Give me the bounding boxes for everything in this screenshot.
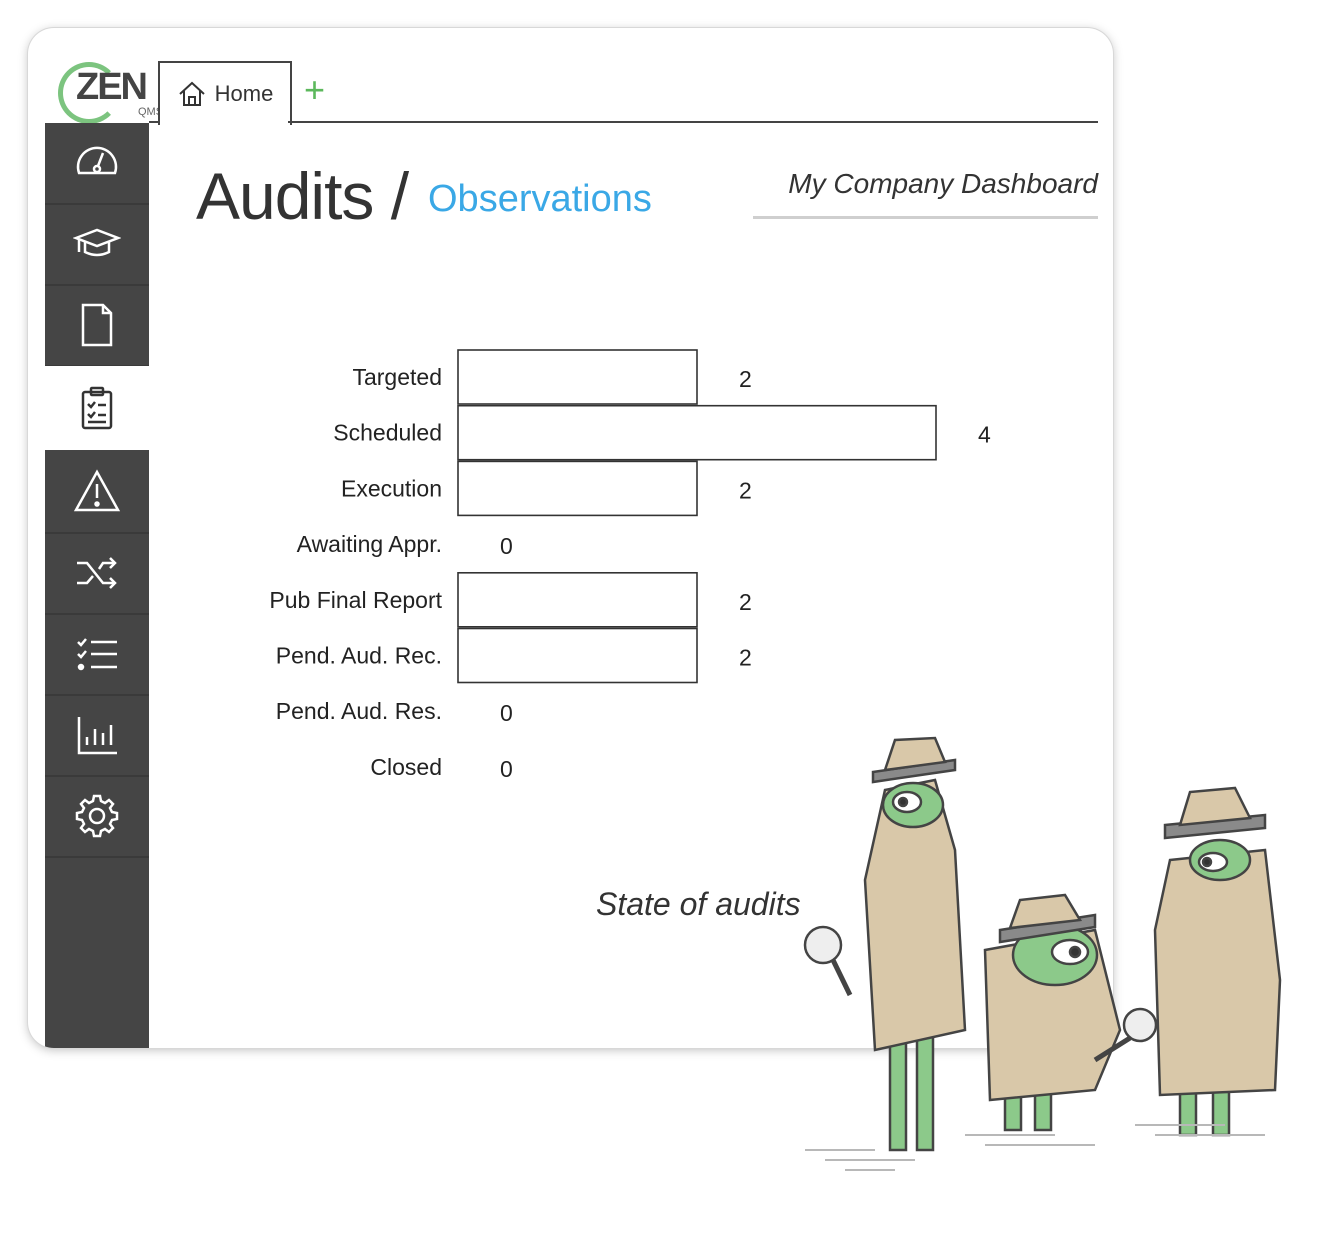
detective-tall [803, 736, 967, 1152]
detectives-illustration [803, 736, 1282, 1171]
category-label: Closed [370, 754, 442, 780]
detective-short [983, 893, 1158, 1132]
bar-value-label: 2 [739, 589, 752, 615]
category-label: Pub Final Report [269, 587, 442, 613]
bar[interactable] [457, 571, 698, 628]
bar[interactable] [457, 404, 937, 461]
bar-value-label: 0 [500, 756, 513, 782]
bar[interactable] [457, 627, 698, 684]
category-label: Execution [341, 475, 442, 501]
detective-right [1153, 786, 1282, 1137]
category-label: Awaiting Appr. [297, 531, 442, 557]
category-label: Pend. Aud. Res. [276, 698, 442, 724]
bar-value-label: 0 [500, 700, 513, 726]
category-label: Pend. Aud. Rec. [276, 643, 442, 669]
category-label: Scheduled [333, 420, 442, 446]
bar[interactable] [457, 349, 698, 405]
category-label: Targeted [352, 364, 442, 390]
bar-value-label: 0 [500, 533, 513, 559]
chart-title: State of audits [596, 886, 801, 922]
bar-value-label: 4 [978, 422, 991, 448]
bar-value-label: 2 [739, 366, 752, 392]
bar[interactable] [457, 460, 698, 517]
bar-value-label: 2 [739, 645, 752, 671]
bar-value-label: 2 [739, 477, 752, 503]
